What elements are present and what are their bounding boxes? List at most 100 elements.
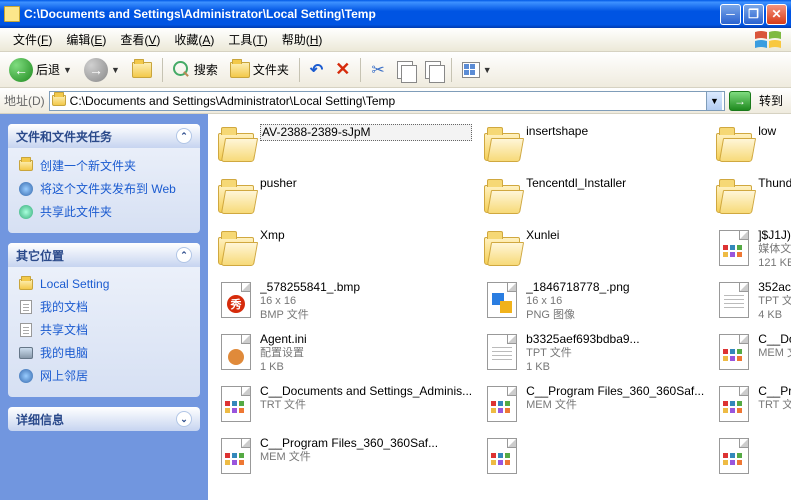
tasks-panel-header[interactable]: 文件和文件夹任务⌃	[8, 124, 200, 148]
file-icon	[487, 438, 517, 474]
address-box[interactable]: ▼	[49, 91, 725, 111]
address-dropdown[interactable]: ▼	[706, 92, 722, 110]
file-item[interactable]: insertshape	[480, 122, 706, 170]
file-item[interactable]: 352ac6bb9e8ddeaf...TPT 文件4 KB	[712, 278, 791, 326]
places-link-0[interactable]: Local Setting	[18, 273, 190, 295]
places-link-2[interactable]: 共享文档	[18, 318, 190, 341]
search-button[interactable]: 搜索	[168, 56, 223, 84]
copy-button[interactable]	[392, 56, 418, 84]
publish-icon	[18, 181, 34, 197]
folder-icon	[716, 185, 752, 213]
menu-a[interactable]: 收藏(A)	[167, 28, 221, 51]
menu-h[interactable]: 帮助(H)	[275, 28, 330, 51]
copy-icon	[397, 61, 413, 79]
bmp-icon: 秀	[221, 282, 251, 318]
file-item[interactable]: ]$J1J)USE$FV`XD5...媒体文件121 KB	[712, 226, 791, 274]
chevron-up-icon: ⌃	[176, 247, 192, 263]
windows-logo-icon	[751, 30, 787, 50]
cut-button[interactable]: ✂	[366, 56, 389, 84]
folders-icon	[230, 62, 250, 78]
file-icon	[719, 334, 749, 370]
back-button[interactable]: ←后退▼	[4, 56, 77, 84]
file-item[interactable]: b3325aef693bdba9...TPT 文件1 KB	[480, 330, 706, 378]
undo-button[interactable]: ↶	[305, 56, 328, 84]
views-icon	[462, 62, 480, 78]
file-item[interactable]: C__Program Files_360_360Saf...MEM 文件	[480, 382, 706, 430]
go-button[interactable]: →	[729, 91, 751, 111]
file-name: _578255841_.bmp	[260, 280, 472, 295]
address-label: 地址(D)	[4, 92, 45, 109]
file-detail: 121 KB	[758, 257, 791, 271]
link-label: Local Setting	[40, 277, 109, 291]
file-item[interactable]	[480, 434, 706, 482]
ini-icon	[221, 334, 251, 370]
menu-e[interactable]: 编辑(E)	[59, 28, 113, 51]
maximize-button[interactable]: ❐	[743, 4, 764, 25]
places-link-1[interactable]: 我的文档	[18, 295, 190, 318]
file-item[interactable]: 秀_578255841_.bmp16 x 16BMP 文件	[214, 278, 474, 326]
file-name: C__Program Files_360_360Saf...	[526, 384, 704, 399]
tasks-link-0[interactable]: 创建一个新文件夹	[18, 154, 190, 177]
doc-icon	[18, 322, 34, 338]
file-item[interactable]: AV-2388-2389-sJpM	[214, 122, 474, 170]
file-item[interactable]: pusher	[214, 174, 474, 222]
places-link-4[interactable]: 网上邻居	[18, 364, 190, 387]
back-icon: ←	[9, 58, 33, 82]
window-title: C:\Documents and Settings\Administrator\…	[24, 7, 720, 21]
scissors-icon: ✂	[371, 60, 384, 80]
file-item[interactable]: C__Program Files_360_360Saf...MEM 文件	[214, 434, 474, 482]
menu-v[interactable]: 查看(V)	[113, 28, 167, 51]
address-input[interactable]	[70, 94, 706, 108]
close-button[interactable]: ✕	[766, 4, 787, 25]
file-detail: 16 x 16	[260, 295, 472, 309]
delete-button[interactable]: ✕	[330, 56, 355, 84]
places-panel-header[interactable]: 其它位置⌃	[8, 243, 200, 267]
file-pane[interactable]: AV-2388-2389-sJpM insertshape low pusherTen…	[208, 114, 791, 500]
file-detail: TRT 文件	[758, 399, 791, 413]
file-item[interactable]: C__Program Files_360_360Saf...TRT 文件	[712, 382, 791, 430]
titlebar: C:\Documents and Settings\Administrator\…	[0, 0, 791, 28]
globe-icon	[18, 368, 34, 384]
menu-f[interactable]: 文件(F)	[6, 28, 59, 51]
undo-icon: ↶	[310, 60, 323, 80]
file-item[interactable]: ThunderLiveUD	[712, 174, 791, 222]
up-folder-icon	[132, 62, 152, 78]
search-icon	[173, 61, 191, 79]
file-icon	[221, 386, 251, 422]
link-label: 将这个文件夹发布到 Web	[40, 180, 176, 197]
places-link-3[interactable]: 我的电脑	[18, 341, 190, 364]
file-item[interactable]: C__Documents and Settings_Adminis...MEM …	[712, 330, 791, 378]
file-item[interactable]: low	[712, 122, 791, 170]
file-item[interactable]	[712, 434, 791, 482]
file-icon	[221, 438, 251, 474]
up-button[interactable]	[127, 56, 157, 84]
minimize-button[interactable]: ─	[720, 4, 741, 25]
sidebar: 文件和文件夹任务⌃ 创建一个新文件夹将这个文件夹发布到 Web 共享此文件夹 其它…	[0, 114, 208, 500]
png-icon	[487, 282, 517, 318]
tasks-link-1[interactable]: 将这个文件夹发布到 Web	[18, 177, 190, 200]
file-detail: PNG 图像	[526, 309, 704, 323]
details-panel-header[interactable]: 详细信息⌄	[8, 407, 200, 431]
views-button[interactable]: ▼	[457, 56, 497, 84]
file-item[interactable]: C__Documents and Settings_Adminis...TRT …	[214, 382, 474, 430]
folder-icon	[484, 133, 520, 161]
file-item[interactable]: Xmp	[214, 226, 474, 274]
file-name: insertshape	[526, 124, 704, 139]
paste-button[interactable]	[420, 56, 446, 84]
file-name: C__Documents and Settings_Adminis...	[260, 384, 472, 399]
tasks-link-2[interactable]: 共享此文件夹	[18, 200, 190, 223]
file-detail: 配置设置	[260, 347, 472, 361]
folders-button[interactable]: 文件夹	[225, 56, 294, 84]
forward-button[interactable]: →▼	[79, 56, 125, 84]
file-item[interactable]: Tencentdl_Installer	[480, 174, 706, 222]
file-detail: TPT 文件	[526, 347, 704, 361]
link-label: 我的电脑	[40, 344, 88, 361]
file-item[interactable]: Xunlei	[480, 226, 706, 274]
delete-icon: ✕	[335, 59, 350, 80]
file-name: b3325aef693bdba9...	[526, 332, 704, 347]
file-item[interactable]: _1846718778_.png16 x 16PNG 图像	[480, 278, 706, 326]
file-item[interactable]: Agent.ini配置设置1 KB	[214, 330, 474, 378]
folder-icon	[716, 133, 752, 161]
newfolder-icon	[18, 158, 34, 174]
menu-t[interactable]: 工具(T)	[221, 28, 274, 51]
